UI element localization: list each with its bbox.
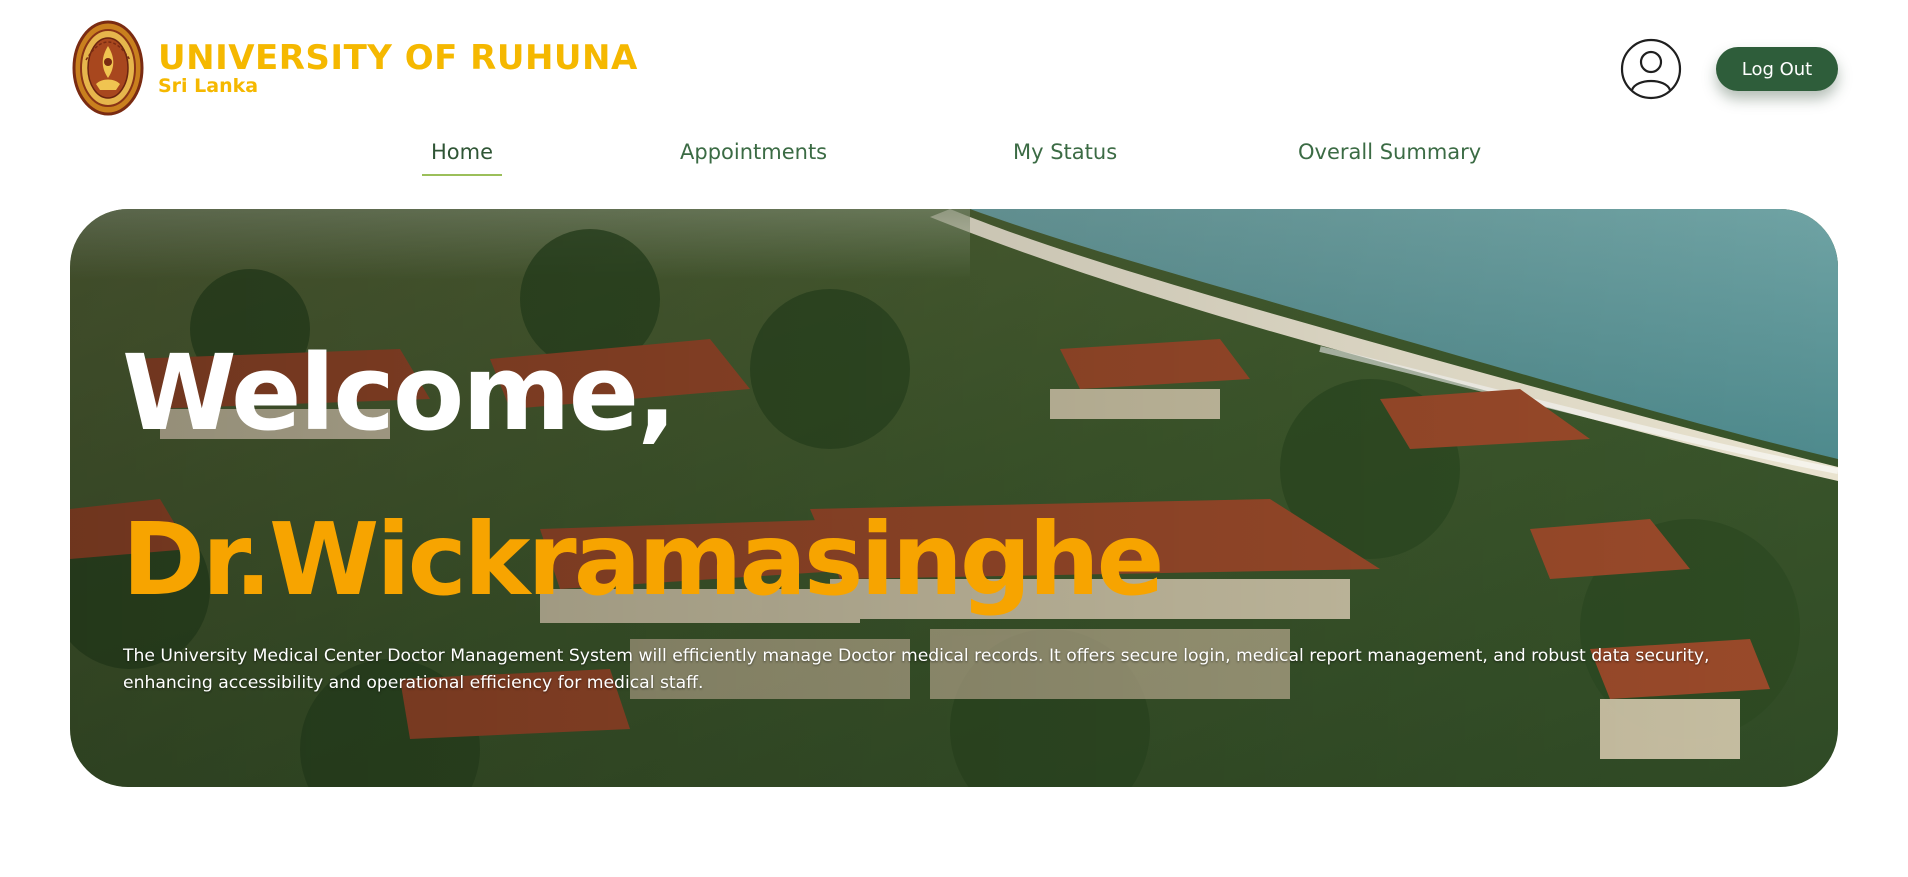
tab-overall-summary[interactable]: Overall Summary	[1298, 140, 1481, 164]
doctor-name: Dr.Wickramasinghe	[122, 501, 1164, 618]
hero-overlay	[70, 209, 1838, 787]
main-nav: Home Appointments My Status Overall Summ…	[0, 136, 1908, 184]
system-description: The University Medical Center Doctor Man…	[123, 646, 1710, 694]
brand-text: UNIVERSITY OF RUHUNA Sri Lanka	[158, 41, 638, 96]
tab-appointments[interactable]: Appointments	[680, 140, 827, 164]
tab-my-status[interactable]: My Status	[1013, 140, 1117, 164]
user-circle-icon[interactable]	[1620, 38, 1682, 100]
university-logo[interactable]: UNIVERSITY OF RUHUNA Sri Lanka	[72, 20, 638, 116]
university-name: UNIVERSITY OF RUHUNA	[158, 37, 638, 78]
tab-home[interactable]: Home	[422, 140, 503, 176]
logout-button[interactable]: Log Out	[1716, 47, 1838, 91]
welcome-hero-banner: Welcome, Dr.Wickramasinghe The Universit…	[70, 209, 1838, 787]
welcome-heading: Welcome,	[122, 331, 677, 454]
university-seal-icon	[72, 20, 144, 116]
country-label: Sri Lanka	[158, 74, 259, 97]
top-header: UNIVERSITY OF RUHUNA Sri Lanka Log Out	[0, 0, 1908, 130]
